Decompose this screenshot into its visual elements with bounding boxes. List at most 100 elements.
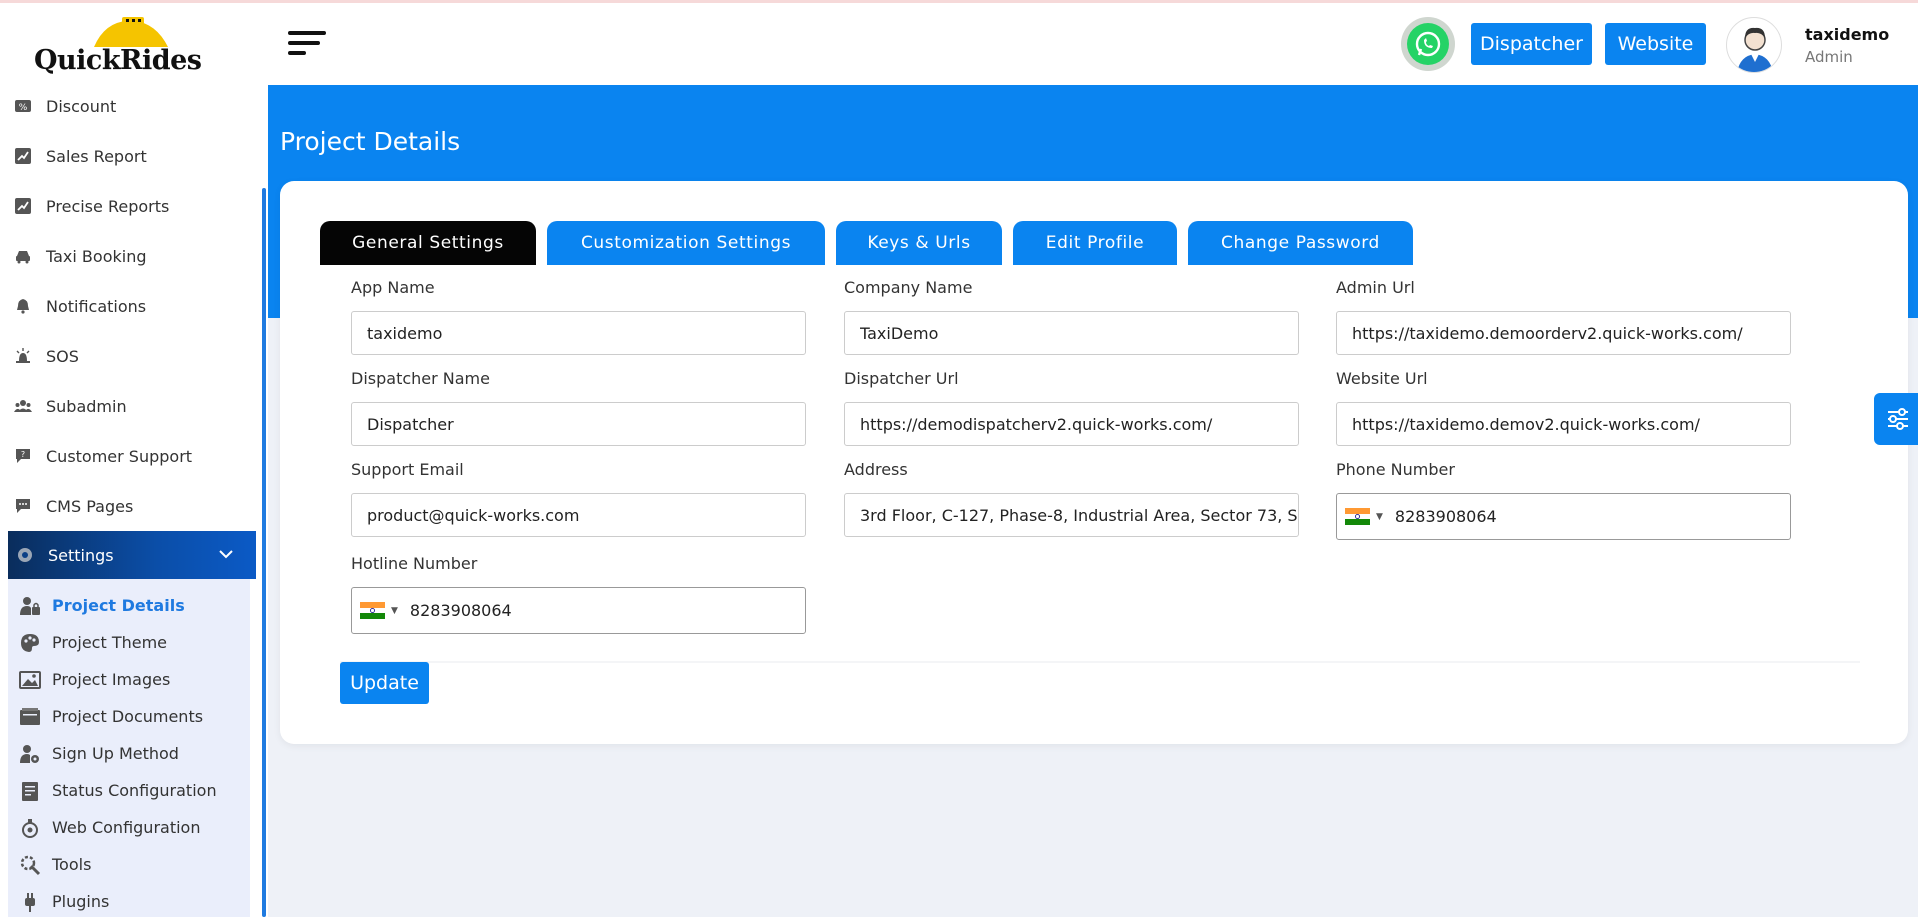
submenu-item-label: Project Theme	[52, 633, 168, 652]
customizer-toggle[interactable]	[1874, 393, 1918, 445]
app-name-field[interactable]	[351, 311, 806, 355]
sidebar-item-label: Settings	[48, 545, 114, 565]
sidebar-item-label: Customer Support	[46, 446, 193, 466]
submenu-item-label: Status Configuration	[52, 781, 217, 800]
form-divider	[340, 661, 1860, 663]
sidebar-item-subadmin[interactable]: Subadmin	[0, 381, 262, 431]
sidebar-item-settings[interactable]: Settings	[8, 531, 256, 579]
tab-change-password[interactable]: Change Password	[1188, 221, 1413, 265]
tools-icon	[18, 854, 42, 876]
hotline-number-value: 8283908064	[409, 601, 512, 620]
chat-icon	[12, 496, 34, 516]
palette-icon	[18, 632, 42, 654]
tab-keys-urls[interactable]: Keys & Urls	[836, 221, 1002, 265]
page-title: Project Details	[280, 127, 461, 156]
dispatcher-name-label: Dispatcher Name	[351, 369, 490, 388]
phone-number-value: 8283908064	[1394, 507, 1497, 526]
settings-submenu: Project Details Project Theme Project Im…	[8, 579, 250, 917]
address-label: Address	[844, 460, 908, 479]
user-lock-icon	[18, 595, 42, 617]
admin-url-field[interactable]	[1336, 311, 1791, 355]
update-button[interactable]: Update	[340, 662, 429, 704]
sidebar-item-label: SOS	[46, 346, 79, 366]
dispatcher-url-field[interactable]	[844, 402, 1299, 446]
user-name: taxidemo	[1805, 25, 1890, 44]
svg-text:?: ?	[21, 450, 25, 459]
sidebar-item-precise-reports[interactable]: Precise Reports	[0, 181, 262, 231]
tab-edit-profile[interactable]: Edit Profile	[1013, 221, 1177, 265]
india-flag-icon[interactable]	[360, 602, 385, 620]
hotline-number-field[interactable]: ▼ 8283908064	[351, 587, 806, 634]
whatsapp-icon[interactable]	[1401, 17, 1455, 71]
submenu-item-project-details[interactable]: Project Details	[8, 587, 250, 624]
admin-url-label: Admin Url	[1336, 278, 1415, 297]
sidebar-item-label: Discount	[46, 96, 117, 116]
submenu-item-project-documents[interactable]: Project Documents	[8, 698, 250, 735]
support-email-field[interactable]	[351, 493, 806, 537]
sidebar-item-sos[interactable]: SOS	[0, 331, 262, 381]
sidebar-item-label: Sales Report	[46, 146, 147, 166]
company-name-label: Company Name	[844, 278, 973, 297]
submenu-item-label: Project Documents	[52, 707, 204, 726]
country-dropdown-icon[interactable]: ▼	[391, 606, 398, 616]
sidebar-item-discount[interactable]: % Discount	[0, 81, 262, 131]
settings-card: General Settings Customization Settings …	[280, 181, 1908, 744]
menu-toggle-icon[interactable]	[288, 31, 328, 61]
support-email-label: Support Email	[351, 460, 464, 479]
sidebar-item-taxi-booking[interactable]: Taxi Booking	[0, 231, 262, 281]
app-name-label: App Name	[351, 278, 435, 297]
discount-icon: %	[12, 96, 34, 116]
submenu-item-label: Tools	[52, 855, 92, 874]
submenu-item-label: Project Images	[52, 670, 171, 689]
submenu-item-label: Sign Up Method	[52, 744, 179, 763]
logo[interactable]: QuickRides	[34, 15, 204, 77]
country-dropdown-icon[interactable]: ▼	[1376, 512, 1383, 522]
submenu-item-label: Plugins	[52, 892, 110, 911]
sidebar-item-label: CMS Pages	[46, 496, 134, 516]
submenu-item-project-theme[interactable]: Project Theme	[8, 624, 250, 661]
web-config-icon	[18, 817, 42, 839]
website-url-field[interactable]	[1336, 402, 1791, 446]
submenu-item-plugins[interactable]: Plugins	[8, 883, 250, 917]
submenu-item-label: Web Configuration	[52, 818, 201, 837]
dispatcher-button[interactable]: Dispatcher	[1471, 23, 1592, 65]
phone-number-label: Phone Number	[1336, 460, 1455, 479]
company-name-field[interactable]	[844, 311, 1299, 355]
sidebar-item-label: Taxi Booking	[46, 246, 147, 266]
sidebar-scrollbar[interactable]	[262, 188, 266, 917]
sidebar-item-notifications[interactable]: Notifications	[0, 281, 262, 331]
user-role: Admin	[1805, 48, 1853, 66]
submenu-item-project-images[interactable]: Project Images	[8, 661, 250, 698]
image-icon	[18, 669, 42, 691]
settings-tabs: General Settings Customization Settings …	[320, 221, 1424, 265]
alarm-icon	[12, 346, 34, 366]
dispatcher-name-field[interactable]	[351, 402, 806, 446]
submenu-item-tools[interactable]: Tools	[8, 846, 250, 883]
submenu-item-web-configuration[interactable]: Web Configuration	[8, 809, 250, 846]
sidebar: QuickRides % Discount Sales Report Preci…	[0, 3, 268, 917]
website-button[interactable]: Website	[1605, 23, 1706, 65]
chevron-down-icon[interactable]	[218, 545, 234, 564]
sidebar-item-customer-support[interactable]: ? Customer Support	[0, 431, 262, 481]
sidebar-item-sales-report[interactable]: Sales Report	[0, 131, 262, 181]
submenu-item-status-configuration[interactable]: Status Configuration	[8, 772, 250, 809]
plug-icon	[18, 891, 42, 913]
sidebar-item-label: Subadmin	[46, 396, 127, 416]
sidebar-item-label: Notifications	[46, 296, 147, 316]
submenu-item-label: Project Details	[52, 596, 185, 615]
svg-text:%: %	[19, 103, 28, 113]
hotline-number-label: Hotline Number	[351, 554, 478, 573]
tab-general-settings[interactable]: General Settings	[320, 221, 536, 265]
india-flag-icon[interactable]	[1345, 508, 1370, 526]
sidebar-menu: % Discount Sales Report Precise Reports …	[0, 81, 262, 917]
chart-icon	[12, 196, 34, 216]
tab-customization-settings[interactable]: Customization Settings	[547, 221, 825, 265]
clipboard-icon	[18, 780, 42, 802]
bell-icon	[12, 296, 34, 316]
submenu-item-sign-up-method[interactable]: Sign Up Method	[8, 735, 250, 772]
address-field[interactable]	[844, 493, 1299, 537]
phone-number-field[interactable]: ▼ 8283908064	[1336, 493, 1791, 540]
website-url-label: Website Url	[1336, 369, 1428, 388]
avatar[interactable]	[1726, 17, 1782, 73]
sidebar-item-cms-pages[interactable]: CMS Pages	[0, 481, 262, 531]
